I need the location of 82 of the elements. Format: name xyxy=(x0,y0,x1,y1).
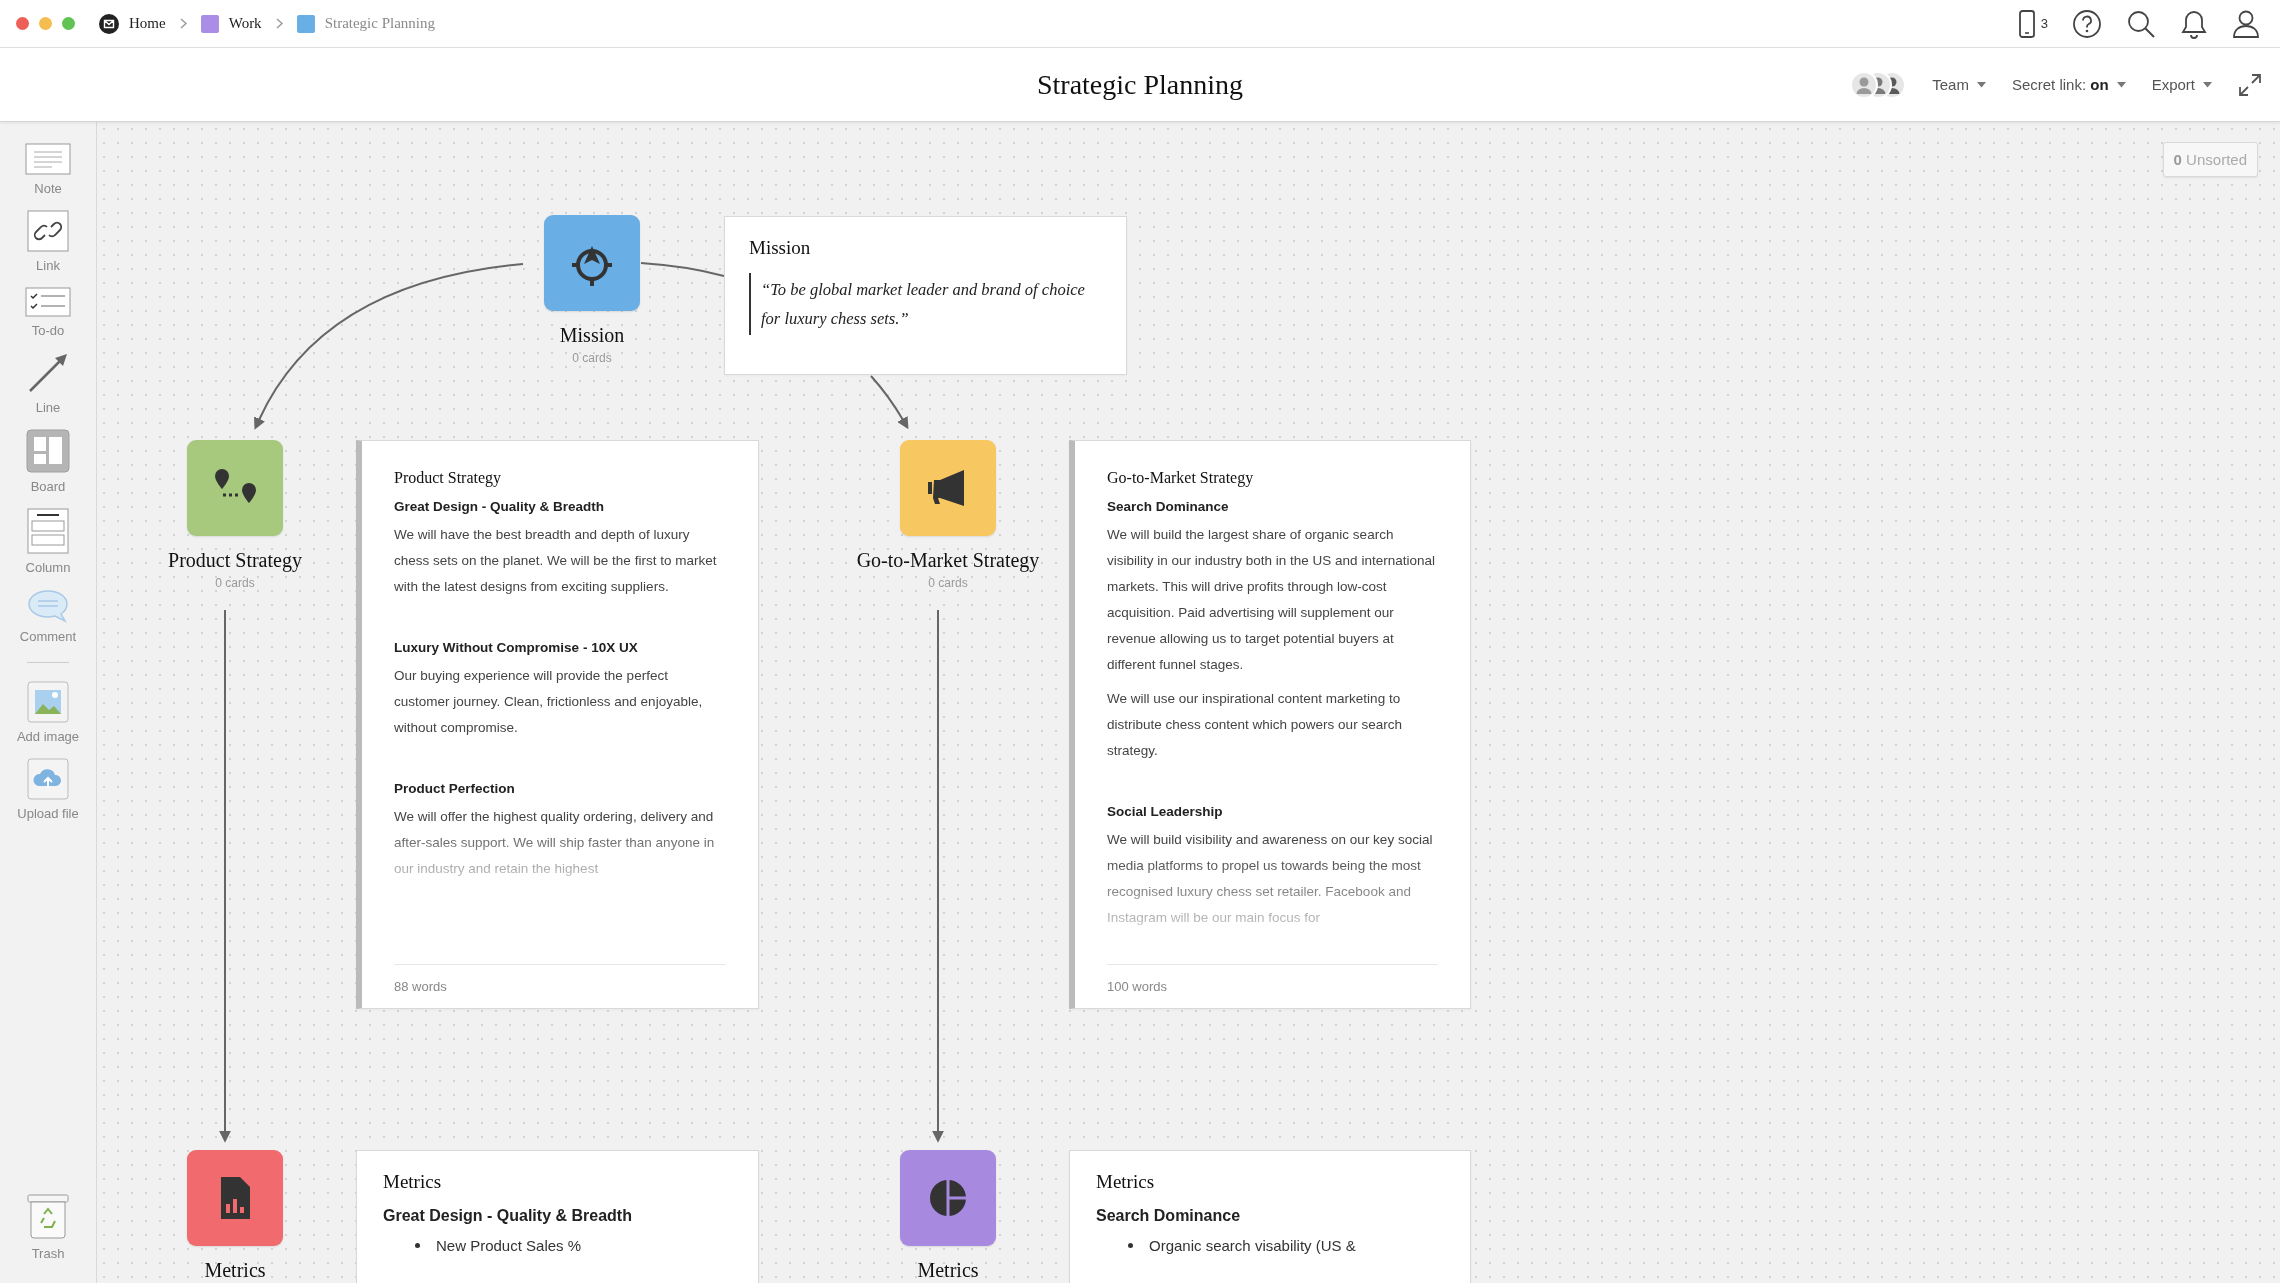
dropdown-button[interactable]: Secret link: on xyxy=(2011,76,2126,93)
logo-icon xyxy=(99,13,119,34)
link-icon xyxy=(27,210,69,252)
board-title: Go-to-Market Strategy xyxy=(856,549,1040,571)
section-heading: Search Dominance xyxy=(1096,1207,1242,1225)
arrow-line-tool[interactable]: Line xyxy=(27,352,69,415)
section-heading: Luxury Without Compromise - 10X UX xyxy=(394,640,639,655)
devices-button[interactable]: 3 xyxy=(2018,9,2048,38)
note-icon xyxy=(25,143,71,175)
board-title: Mission xyxy=(559,324,625,346)
checklist-tool[interactable]: To-do xyxy=(25,287,71,338)
search-icon[interactable] xyxy=(2126,8,2156,39)
upload-tool[interactable]: Upload file xyxy=(17,758,79,821)
comment-icon xyxy=(27,589,69,623)
board-tile[interactable] xyxy=(544,215,640,311)
column-icon xyxy=(27,508,69,554)
close-button[interactable] xyxy=(16,17,29,30)
card-count: 0 cards xyxy=(215,576,255,590)
board-title: Metrics xyxy=(917,1259,979,1281)
breadcrumb-link[interactable]: Strategic Planning xyxy=(296,14,436,33)
paragraph: We will offer the highest quality ordering, delivery and after-sales support. We will ship faster than anyone in our industry and retain the highest xyxy=(394,808,716,878)
paragraph: We will have the best breadth and depth of luxury chess sets on the planet. We will be the first to market with the latest designs from exciting suppliers. xyxy=(394,526,718,596)
checklist-icon xyxy=(25,287,71,317)
help-icon[interactable] xyxy=(2072,8,2102,39)
card-count: 0 cards xyxy=(928,576,968,590)
connector-arrow xyxy=(870,375,909,430)
image-icon xyxy=(27,681,69,723)
mission-quote: “To be global market leader and brand of choice for luxury chess sets.” xyxy=(749,273,1102,335)
card-title: Mission xyxy=(749,237,812,259)
arrow-line-icon xyxy=(27,352,69,394)
chevron-icon xyxy=(179,18,187,29)
board-icon xyxy=(26,429,70,473)
avatars-drawing[interactable] xyxy=(1850,70,1907,99)
card-title: Metrics xyxy=(1096,1171,1156,1193)
board-tile[interactable] xyxy=(187,440,283,536)
dropdown-button[interactable]: Team xyxy=(1932,76,1986,93)
breadcrumb-link[interactable]: Work xyxy=(200,14,262,33)
bullet-icon xyxy=(415,1243,420,1248)
board-tool[interactable]: Board xyxy=(26,429,70,494)
paragraph: We will build visibility and awareness on our key social media platforms to propel us towards being the most recognised luxury chess set retailer. Facebook and Instagram will be our main focus for xyxy=(1107,831,1434,927)
caret-icon xyxy=(2203,81,2212,88)
chevron-icon xyxy=(275,18,283,29)
bullet-icon xyxy=(1128,1243,1133,1248)
upload-icon xyxy=(27,758,69,800)
board-title: Metrics xyxy=(204,1259,266,1281)
paragraph: We will build the largest share of organic search visibility in our industry both in the US and international markets. This will drive profits through low-cost acquisition. Paid advertising will supplement our revenue allowing us to target potential buyers at different funnel stages. xyxy=(1107,526,1436,674)
page-title: Strategic Planning xyxy=(1036,68,1244,101)
bullet-text: New Product Sales % xyxy=(436,1237,582,1254)
card-title: Go-to-Market Strategy xyxy=(1107,469,1255,487)
comment-tool[interactable]: Comment xyxy=(19,589,77,644)
phone-icon xyxy=(2018,9,2035,38)
card-title: Metrics xyxy=(383,1171,443,1193)
section-heading: Great Design - Quality & Breadth xyxy=(394,499,606,514)
column-tool[interactable]: Column xyxy=(25,508,71,575)
recycle-bin-icon xyxy=(27,1194,69,1240)
bell-icon[interactable] xyxy=(2180,8,2208,39)
paragraph: We will use our inspirational content marketing to distribute chess content which powers our search strategy. xyxy=(1107,690,1403,760)
link-tool[interactable]: Link xyxy=(27,210,69,273)
trash-tool[interactable]: Trash xyxy=(27,1194,69,1261)
word-count: 88 words xyxy=(394,964,726,1008)
image-tool[interactable]: Add image xyxy=(16,681,80,744)
section-heading: Search Dominance xyxy=(1107,499,1230,514)
section-heading: Social Leadership xyxy=(1107,804,1224,819)
board-tile[interactable] xyxy=(900,440,996,536)
unsorted-button[interactable]: 0 Unsorted xyxy=(2162,142,2258,177)
board-tile[interactable] xyxy=(187,1150,283,1246)
board-title: Product Strategy xyxy=(168,549,302,571)
card-count: 0 cards xyxy=(572,351,612,365)
word-count: 100 words xyxy=(1107,964,1438,1008)
dropdown-button[interactable]: Export xyxy=(2151,76,2212,93)
note-tool[interactable]: Note xyxy=(25,143,71,196)
caret-icon xyxy=(1976,81,1986,88)
card-title: Product Strategy xyxy=(394,469,503,487)
section-heading: Product Perfection xyxy=(394,781,516,796)
caret-icon xyxy=(2116,81,2126,88)
board-tile[interactable] xyxy=(900,1150,996,1246)
expand-icon[interactable] xyxy=(2238,72,2262,97)
breadcrumb-link[interactable]: Home xyxy=(99,13,166,34)
section-heading: Great Design - Quality & Breadth xyxy=(383,1207,633,1225)
user-icon[interactable] xyxy=(2232,8,2260,39)
bullet-text: Organic search visability (US & xyxy=(1149,1237,1356,1254)
paragraph: Our buying experience will provide the perfect customer journey. Clean, frictionless and enjoyable, without compromise. xyxy=(394,667,704,737)
